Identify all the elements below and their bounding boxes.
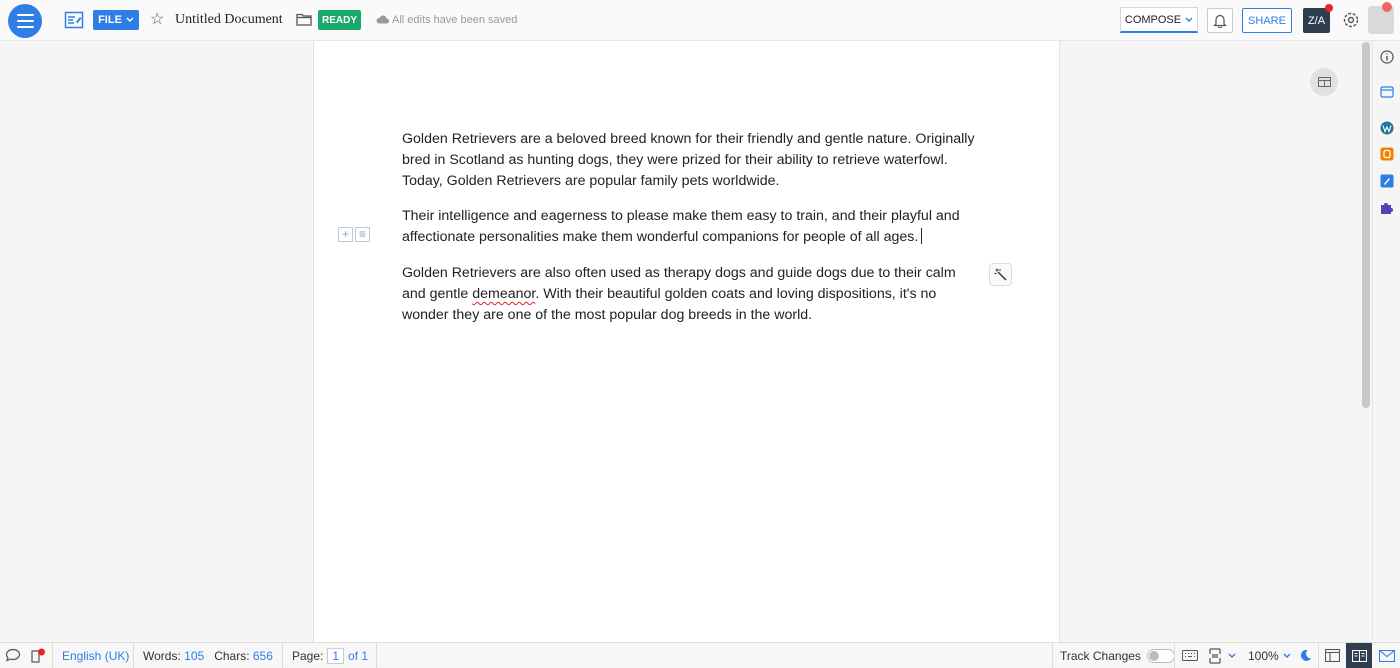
extensions-puzzle-icon[interactable] bbox=[1380, 200, 1394, 214]
words-value: 105 bbox=[184, 648, 205, 663]
hamburger-menu-icon[interactable] bbox=[8, 4, 42, 38]
star-icon[interactable]: ☆ bbox=[150, 10, 164, 30]
magic-wand-icon bbox=[994, 268, 1007, 281]
zoom-selector[interactable]: 100% bbox=[1248, 643, 1291, 668]
info-icon[interactable] bbox=[1380, 50, 1394, 64]
gear-icon[interactable] bbox=[1341, 10, 1361, 30]
document-outline-icon[interactable] bbox=[64, 10, 84, 30]
add-block-icon[interactable]: + bbox=[338, 227, 353, 242]
status-badge: READY bbox=[318, 10, 361, 30]
page-fit-button[interactable] bbox=[1208, 643, 1236, 668]
divider bbox=[1052, 643, 1053, 668]
compose-label: COMPOSE bbox=[1124, 13, 1182, 26]
keyboard-button[interactable] bbox=[1182, 643, 1198, 668]
divider bbox=[52, 643, 53, 668]
fit-height-icon bbox=[1209, 647, 1221, 664]
chevron-down-icon bbox=[1283, 653, 1291, 658]
top-toolbar: FILE ☆ Untitled Document READY All edits… bbox=[0, 0, 1400, 41]
folder-icon[interactable] bbox=[296, 13, 312, 26]
chars-label: Chars: bbox=[214, 648, 250, 663]
chevron-down-icon bbox=[126, 17, 134, 22]
layout-icon bbox=[1317, 77, 1331, 87]
bell-icon bbox=[1213, 14, 1227, 28]
cloud-icon bbox=[376, 15, 389, 24]
track-changes-label: Track Changes bbox=[1060, 648, 1141, 663]
page-total: of 1 bbox=[348, 648, 369, 663]
comments-button[interactable] bbox=[5, 643, 21, 668]
toggle-switch[interactable] bbox=[1146, 648, 1175, 663]
word-count[interactable]: Words: 105 Chars: 656 bbox=[143, 643, 273, 668]
file-menu-label: FILE bbox=[98, 14, 122, 26]
divider bbox=[1318, 643, 1319, 668]
page-navigator: Page: 1 of 1 bbox=[292, 643, 368, 668]
translate-label: Z/A bbox=[1307, 14, 1326, 27]
blogger-icon[interactable] bbox=[1380, 147, 1394, 161]
keyboard-icon bbox=[1182, 650, 1198, 661]
divider bbox=[282, 643, 283, 668]
review-button[interactable] bbox=[30, 643, 46, 668]
mail-icon bbox=[1379, 649, 1395, 662]
page-label: Page: bbox=[292, 648, 324, 663]
notification-dot bbox=[1325, 4, 1333, 12]
chevron-down-icon bbox=[1228, 653, 1236, 658]
chevron-down-icon bbox=[1185, 17, 1193, 22]
status-bar: English (UK) Words: 105 Chars: 656 Page:… bbox=[0, 642, 1400, 668]
night-mode-button[interactable] bbox=[1299, 643, 1312, 668]
misspelled-word[interactable]: demeanor bbox=[472, 286, 535, 302]
vertical-scrollbar[interactable] bbox=[1362, 42, 1370, 408]
paragraph-1[interactable]: Golden Retrievers are a beloved breed kn… bbox=[402, 129, 982, 192]
divider bbox=[133, 643, 134, 668]
pen-tool-icon[interactable] bbox=[1380, 174, 1394, 188]
share-button[interactable]: SHARE bbox=[1242, 8, 1292, 33]
divider bbox=[376, 643, 377, 668]
document-alert-icon bbox=[31, 648, 45, 663]
page-layout-toggle[interactable] bbox=[1310, 68, 1338, 96]
paragraph-2[interactable]: Their intelligence and eagerness to plea… bbox=[402, 206, 982, 248]
moon-icon bbox=[1300, 649, 1311, 661]
paragraph-3[interactable]: Golden Retrievers are also often used as… bbox=[402, 263, 982, 326]
paragraph-2-text: Their intelligence and eagerness to plea… bbox=[402, 208, 960, 245]
divider bbox=[1174, 643, 1175, 668]
wordpress-icon[interactable] bbox=[1380, 121, 1394, 135]
print-layout-button[interactable] bbox=[1346, 643, 1372, 668]
chars-value: 656 bbox=[252, 648, 273, 663]
browser-window-icon[interactable] bbox=[1380, 85, 1394, 99]
comment-icon bbox=[5, 648, 21, 662]
avatar-notification-dot bbox=[1382, 2, 1392, 12]
page-number-input[interactable]: 1 bbox=[327, 647, 345, 664]
magic-wand-button[interactable] bbox=[989, 263, 1012, 286]
document-page[interactable]: Golden Retrievers are a beloved breed kn… bbox=[313, 41, 1060, 642]
translate-button[interactable]: Z/A bbox=[1303, 8, 1330, 33]
language-selector[interactable]: English (UK) bbox=[62, 643, 129, 668]
zoom-value: 100% bbox=[1248, 648, 1279, 663]
book-icon bbox=[1351, 649, 1367, 662]
mail-button[interactable] bbox=[1379, 643, 1395, 668]
words-label: Words: bbox=[143, 648, 181, 663]
save-status-text: All edits have been saved bbox=[392, 14, 518, 26]
drag-handle-icon[interactable]: ≡ bbox=[355, 227, 370, 242]
web-layout-button[interactable] bbox=[1325, 643, 1340, 668]
compose-button[interactable]: COMPOSE bbox=[1120, 7, 1198, 33]
text-cursor bbox=[921, 228, 923, 244]
file-menu-button[interactable]: FILE bbox=[93, 10, 139, 30]
track-changes-toggle[interactable]: Track Changes bbox=[1060, 643, 1175, 668]
document-title[interactable]: Untitled Document bbox=[175, 12, 283, 28]
paragraph-tools: + ≡ bbox=[338, 227, 370, 242]
notifications-button[interactable] bbox=[1207, 8, 1233, 33]
layout-icon bbox=[1325, 649, 1340, 662]
